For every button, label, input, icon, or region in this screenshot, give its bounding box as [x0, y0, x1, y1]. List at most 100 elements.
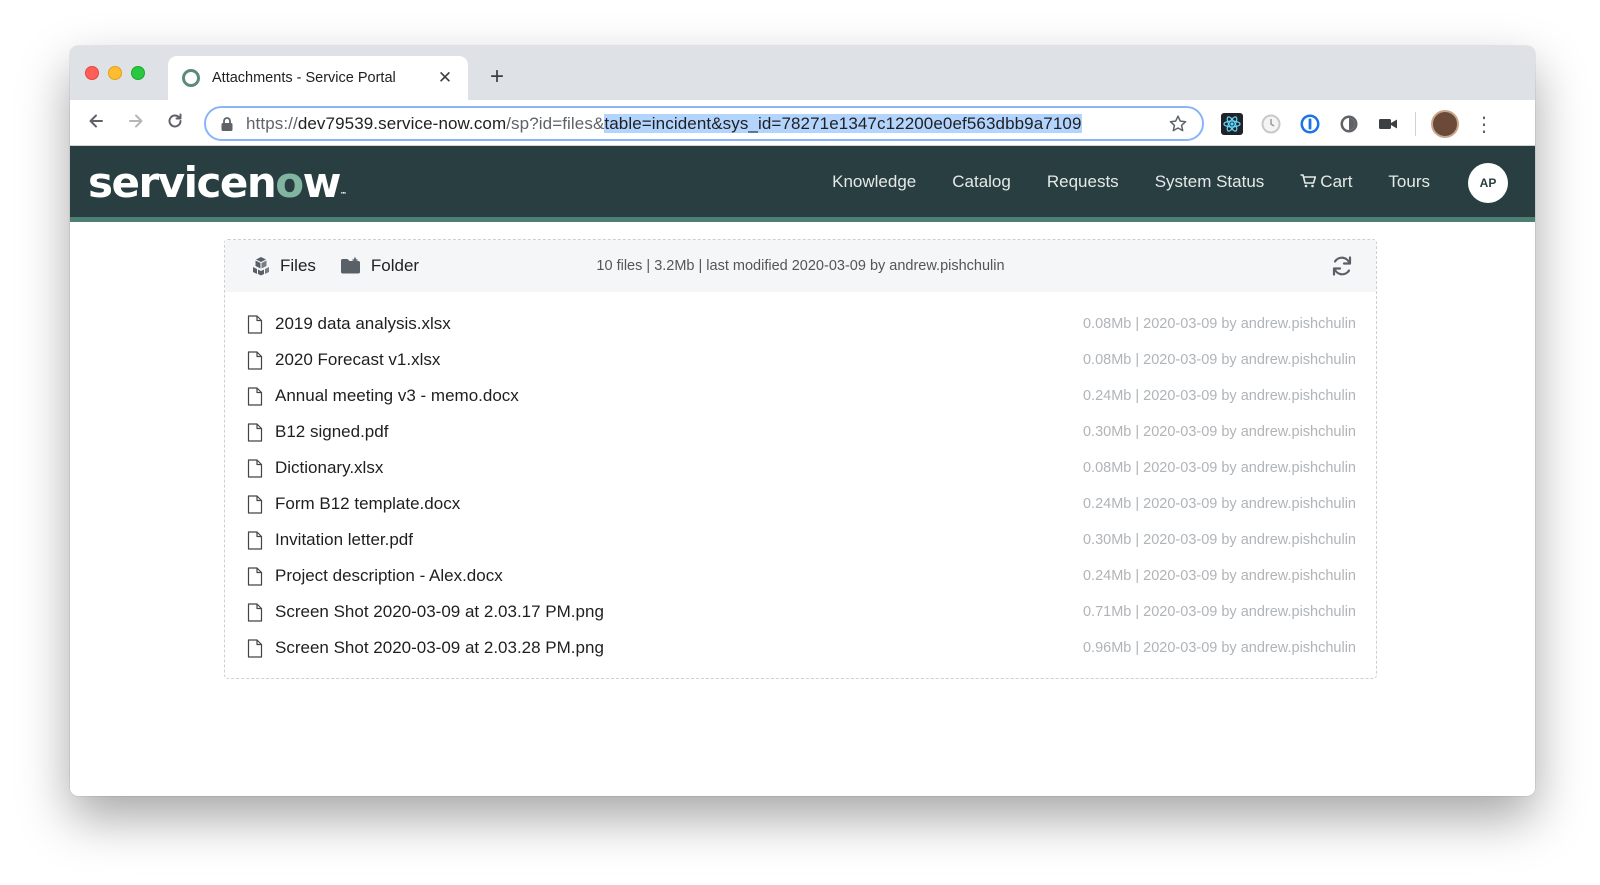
key-icon — [1300, 114, 1320, 134]
logo-text-accent: o — [275, 158, 304, 207]
file-row[interactable]: Dictionary.xlsx 0.08Mb | 2020-03-09 by an… — [247, 450, 1356, 486]
file-icon — [247, 494, 263, 514]
file-name[interactable]: B12 signed.pdf — [275, 422, 1083, 442]
logo-text-end: w — [302, 158, 342, 207]
minimize-window-button[interactable] — [108, 66, 122, 80]
servicenow-favicon-icon — [182, 69, 200, 87]
back-button[interactable] — [84, 111, 108, 135]
reload-icon — [168, 113, 182, 128]
page-content: Files Folder 10 files | 3.2Mb | last mod… — [70, 222, 1535, 792]
clock-icon — [1261, 114, 1281, 134]
file-name[interactable]: Form B12 template.docx — [275, 494, 1083, 514]
cart-icon — [1300, 174, 1317, 188]
file-row[interactable]: 2019 data analysis.xlsx 0.08Mb | 2020-03-… — [247, 306, 1356, 342]
tab-close-icon[interactable]: ✕ — [436, 68, 454, 88]
file-meta: 0.96Mb | 2020-03-09 by andrew.pishchulin — [1082, 640, 1356, 656]
file-icon — [247, 386, 263, 406]
file-name[interactable]: Project description - Alex.docx — [275, 566, 1083, 586]
logo-text-main: servicen — [88, 158, 277, 207]
camera-icon — [1379, 119, 1397, 129]
file-meta: 0.30Mb | 2020-03-09 by andrew.pishchulin — [1082, 424, 1356, 440]
file-row[interactable]: 2020 Forecast v1.xlsx 0.08Mb | 2020-03-09… — [247, 342, 1356, 378]
file-meta: 0.08Mb | 2020-03-09 by andrew.pishchulin — [1082, 352, 1356, 368]
tab-attachments[interactable]: Attachments - Service Portal ✕ — [168, 56, 468, 100]
file-row[interactable]: Annual meeting v3 - memo.docx 0.24Mb | 20… — [247, 378, 1356, 414]
maximize-window-button[interactable] — [131, 66, 145, 80]
file-icon — [247, 350, 263, 370]
file-icon — [247, 458, 263, 478]
toolbar-divider — [1415, 112, 1416, 136]
file-row[interactable]: Screen Shot 2020-03-09 at 2.03.17 PM.png… — [247, 594, 1356, 630]
file-icon — [247, 566, 263, 586]
arrow-left-icon — [89, 114, 103, 128]
file-row[interactable]: Invitation letter.pdf 0.30Mb | 2020-03-09… — [247, 522, 1356, 558]
timer-extension-icon[interactable] — [1259, 112, 1283, 136]
extensions-area: ⋮ — [1220, 110, 1494, 138]
react-icon — [1221, 113, 1243, 135]
file-meta: 0.30Mb | 2020-03-09 by andrew.pishchulin — [1082, 532, 1356, 548]
nav-tours[interactable]: Tours — [1388, 172, 1430, 192]
browser-toolbar: https://dev79539.service-now.com/sp?id=f… — [70, 100, 1535, 146]
user-avatar[interactable]: AP — [1468, 163, 1508, 203]
trademark-mark: ™ — [339, 191, 347, 199]
nav-system-status[interactable]: System Status — [1155, 172, 1265, 192]
files-button-label: Files — [280, 256, 316, 275]
dark-mode-extension-icon[interactable] — [1337, 112, 1361, 136]
cubes-icon — [253, 257, 269, 276]
close-window-button[interactable] — [85, 66, 99, 80]
file-row[interactable]: Screen Shot 2020-03-09 at 2.03.28 PM.png… — [247, 630, 1356, 666]
url-host: dev79539.service-now.com — [297, 113, 507, 133]
video-extension-icon[interactable] — [1376, 112, 1400, 136]
folder-plus-icon — [340, 257, 360, 274]
nav-cart[interactable]: Cart — [1300, 172, 1352, 192]
tab-strip: Attachments - Service Portal ✕ + — [70, 46, 1535, 100]
file-icon — [247, 422, 263, 442]
tab-title: Attachments - Service Portal — [212, 70, 396, 86]
file-list: 2019 data analysis.xlsx 0.08Mb | 2020-03-… — [225, 292, 1376, 666]
file-icon — [247, 602, 263, 622]
panel-header: Files Folder 10 files | 3.2Mb | last mod… — [225, 240, 1376, 292]
file-icon — [247, 314, 263, 334]
file-meta: 0.08Mb | 2020-03-09 by andrew.pishchulin — [1082, 316, 1356, 332]
file-name[interactable]: Screen Shot 2020-03-09 at 2.03.17 PM.png — [275, 602, 1083, 622]
nav-requests[interactable]: Requests — [1047, 172, 1119, 192]
file-name[interactable]: 2019 data analysis.xlsx — [275, 314, 1083, 334]
lock-icon[interactable] — [220, 116, 234, 132]
browser-menu-icon[interactable]: ⋮ — [1474, 112, 1494, 137]
react-devtools-icon[interactable] — [1220, 112, 1244, 136]
nav-catalog[interactable]: Catalog — [952, 172, 1011, 192]
star-icon[interactable] — [1168, 114, 1188, 134]
nav-cart-label: Cart — [1320, 172, 1353, 191]
forward-button[interactable] — [124, 111, 148, 135]
refresh-icon[interactable] — [1330, 254, 1354, 278]
url-path: /sp?id=files& — [506, 113, 605, 133]
file-name[interactable]: Screen Shot 2020-03-09 at 2.03.28 PM.png — [275, 638, 1083, 658]
url-selection: table=incident&sys_id=78271e1347c12200e0… — [604, 113, 1082, 133]
file-name[interactable]: 2020 Forecast v1.xlsx — [275, 350, 1083, 370]
browser-window: Attachments - Service Portal ✕ + https:/… — [70, 46, 1535, 796]
new-tab-button[interactable]: + — [482, 62, 512, 92]
file-name[interactable]: Annual meeting v3 - memo.docx — [275, 386, 1083, 406]
files-button[interactable]: Files — [251, 256, 316, 276]
nav-knowledge[interactable]: Knowledge — [832, 172, 916, 192]
profile-avatar[interactable] — [1431, 110, 1459, 138]
servicenow-logo[interactable]: servicenow™ — [88, 158, 347, 207]
file-row[interactable]: Form B12 template.docx 0.24Mb | 2020-03-0… — [247, 486, 1356, 522]
window-controls — [85, 66, 145, 80]
file-meta: 0.71Mb | 2020-03-09 by andrew.pishchulin — [1082, 604, 1356, 620]
url-text: https://dev79539.service-now.com/sp?id=f… — [246, 113, 1168, 134]
file-meta: 0.24Mb | 2020-03-09 by andrew.pishchulin — [1082, 568, 1356, 584]
url-scheme: https:// — [246, 113, 298, 133]
file-row[interactable]: Project description - Alex.docx 0.24Mb | … — [247, 558, 1356, 594]
address-bar[interactable]: https://dev79539.service-now.com/sp?id=f… — [204, 106, 1204, 141]
file-meta: 0.24Mb | 2020-03-09 by andrew.pishchulin — [1082, 388, 1356, 404]
file-row[interactable]: B12 signed.pdf 0.30Mb | 2020-03-09 by and… — [247, 414, 1356, 450]
portal-nav: Knowledge Catalog Requests System Status… — [832, 172, 1430, 192]
file-meta: 0.08Mb | 2020-03-09 by andrew.pishchulin — [1082, 460, 1356, 476]
reload-button[interactable] — [163, 111, 187, 135]
file-name[interactable]: Dictionary.xlsx — [275, 458, 1083, 478]
file-icon — [247, 638, 263, 658]
folder-button[interactable]: Folder — [340, 256, 419, 276]
password-manager-icon[interactable] — [1298, 112, 1322, 136]
file-name[interactable]: Invitation letter.pdf — [275, 530, 1083, 550]
